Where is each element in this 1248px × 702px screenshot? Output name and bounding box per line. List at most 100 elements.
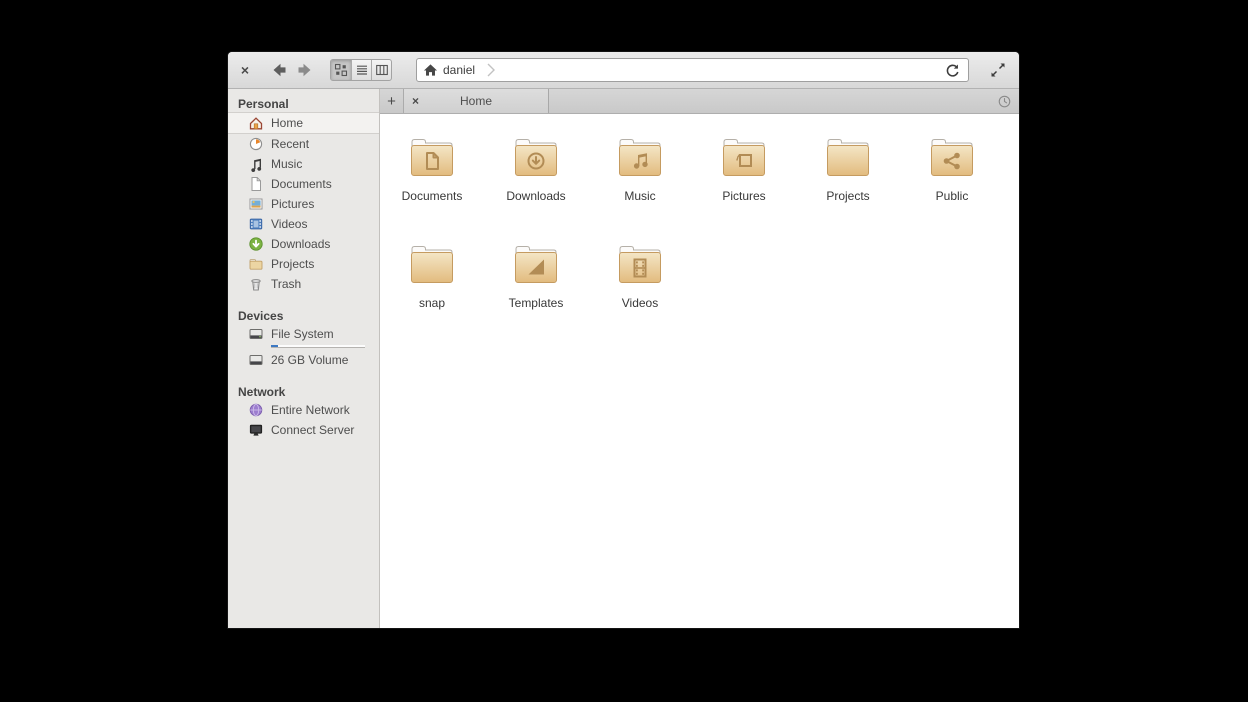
folder-icon: [926, 136, 978, 180]
sidebar-item-recent[interactable]: Recent: [228, 134, 379, 154]
sidebar-item-trash[interactable]: Trash: [228, 274, 379, 294]
file-label: Downloads: [506, 189, 565, 203]
recent-icon: [248, 136, 264, 152]
trash-icon: [248, 276, 264, 292]
path-bar[interactable]: daniel: [416, 58, 969, 82]
sidebar-item-label: 26 GB Volume: [271, 353, 348, 367]
new-tab-button[interactable]: +: [380, 89, 404, 113]
sidebar-item-pictures[interactable]: Pictures: [228, 194, 379, 214]
document-icon: [248, 176, 264, 192]
music-icon: [248, 156, 264, 172]
sidebar-item-home[interactable]: Home: [228, 112, 379, 134]
sidebar-header-personal: Personal: [228, 91, 379, 112]
sidebar-item-entire-network[interactable]: Entire Network: [228, 400, 379, 420]
sidebar: Personal Home Recent: [228, 89, 380, 628]
column-view-icon: [375, 63, 389, 77]
file-item-templates[interactable]: Templates: [484, 241, 588, 348]
chevron-right-icon: [487, 62, 495, 78]
file-item-music[interactable]: Music: [588, 134, 692, 241]
folder-icon: [614, 243, 666, 287]
folder-icon: [822, 136, 874, 180]
icon-view[interactable]: Documents Downloads: [380, 114, 1019, 628]
breadcrumb-label: daniel: [443, 63, 475, 77]
maximize-button[interactable]: [987, 59, 1009, 81]
sidebar-header-network: Network: [228, 379, 379, 400]
sidebar-item-label: Projects: [271, 257, 314, 271]
sidebar-item-label: Documents: [271, 177, 332, 191]
sidebar-item-music[interactable]: Music: [228, 154, 379, 174]
sidebar-header-devices: Devices: [228, 303, 379, 324]
window-body: Personal Home Recent: [228, 89, 1019, 628]
refresh-icon: [945, 63, 960, 78]
pictures-icon: [248, 196, 264, 212]
forward-arrow-icon: [296, 61, 314, 79]
sidebar-item-label: Trash: [271, 277, 301, 291]
file-item-pictures[interactable]: Pictures: [692, 134, 796, 241]
refresh-button[interactable]: [942, 60, 962, 80]
file-label: Public: [936, 189, 969, 203]
file-label: Projects: [826, 189, 869, 203]
forward-button[interactable]: [292, 59, 318, 81]
main-area: + × Home: [380, 89, 1019, 628]
server-monitor-icon: [248, 422, 264, 438]
sidebar-item-connect-server[interactable]: Connect Server: [228, 420, 379, 440]
sidebar-item-label: Connect Server: [271, 423, 354, 437]
home-icon: [423, 63, 438, 77]
folder-icon: [718, 136, 770, 180]
home-icon: [248, 115, 264, 131]
sidebar-item-projects[interactable]: Projects: [228, 254, 379, 274]
file-item-public[interactable]: Public: [900, 134, 1004, 241]
sidebar-item-label: Entire Network: [271, 403, 350, 417]
folder-icon: [510, 243, 562, 287]
column-view-button[interactable]: [371, 60, 391, 80]
folder-icon: [248, 256, 264, 272]
file-label: Templates: [509, 296, 564, 310]
sidebar-item-documents[interactable]: Documents: [228, 174, 379, 194]
downloads-icon: [248, 236, 264, 252]
tab-history-button[interactable]: [989, 89, 1019, 113]
file-item-documents[interactable]: Documents: [380, 134, 484, 241]
sidebar-item-downloads[interactable]: Downloads: [228, 234, 379, 254]
tab-label: Home: [426, 94, 526, 108]
file-label: Pictures: [722, 189, 765, 203]
grid-view-button[interactable]: [331, 60, 351, 80]
sidebar-item-label: Recent: [271, 137, 309, 151]
sidebar-item-label: Videos: [271, 217, 307, 231]
list-view-button[interactable]: [351, 60, 371, 80]
disk-usage-fill: [271, 345, 278, 347]
file-item-downloads[interactable]: Downloads: [484, 134, 588, 241]
sidebar-item-label: Pictures: [271, 197, 314, 211]
folder-icon: [406, 136, 458, 180]
disk-usage-bar: [271, 345, 365, 348]
folder-icon: [614, 136, 666, 180]
toolbar: ×: [228, 52, 1019, 89]
breadcrumb[interactable]: daniel: [423, 62, 495, 78]
list-view-icon: [355, 63, 369, 77]
expand-icon: [990, 62, 1006, 78]
file-grid: Documents Downloads: [380, 134, 1008, 348]
file-item-snap[interactable]: snap: [380, 241, 484, 348]
sidebar-item-label: Music: [271, 157, 302, 171]
sidebar-item-label: Home: [271, 116, 303, 130]
harddisk-icon: [248, 326, 264, 342]
window-close-button[interactable]: ×: [236, 62, 254, 78]
folder-icon: [406, 243, 458, 287]
sidebar-item-label: Downloads: [271, 237, 330, 251]
file-label: Documents: [402, 189, 463, 203]
file-label: snap: [419, 296, 445, 310]
sidebar-item-26gb-volume[interactable]: 26 GB Volume: [228, 350, 379, 370]
back-button[interactable]: [266, 59, 292, 81]
tab-bar: + × Home: [380, 89, 1019, 114]
network-globe-icon: [248, 402, 264, 418]
file-label: Music: [624, 189, 655, 203]
tab-close-button[interactable]: ×: [412, 94, 426, 108]
sidebar-item-file-system[interactable]: File System: [228, 324, 379, 350]
sidebar-item-videos[interactable]: Videos: [228, 214, 379, 234]
back-arrow-icon: [270, 61, 288, 79]
sidebar-item-label: File System: [271, 327, 334, 341]
view-switcher: [330, 59, 392, 81]
file-item-projects[interactable]: Projects: [796, 134, 900, 241]
videos-icon: [248, 216, 264, 232]
file-item-videos[interactable]: Videos: [588, 241, 692, 348]
tab-home[interactable]: × Home: [404, 89, 549, 113]
